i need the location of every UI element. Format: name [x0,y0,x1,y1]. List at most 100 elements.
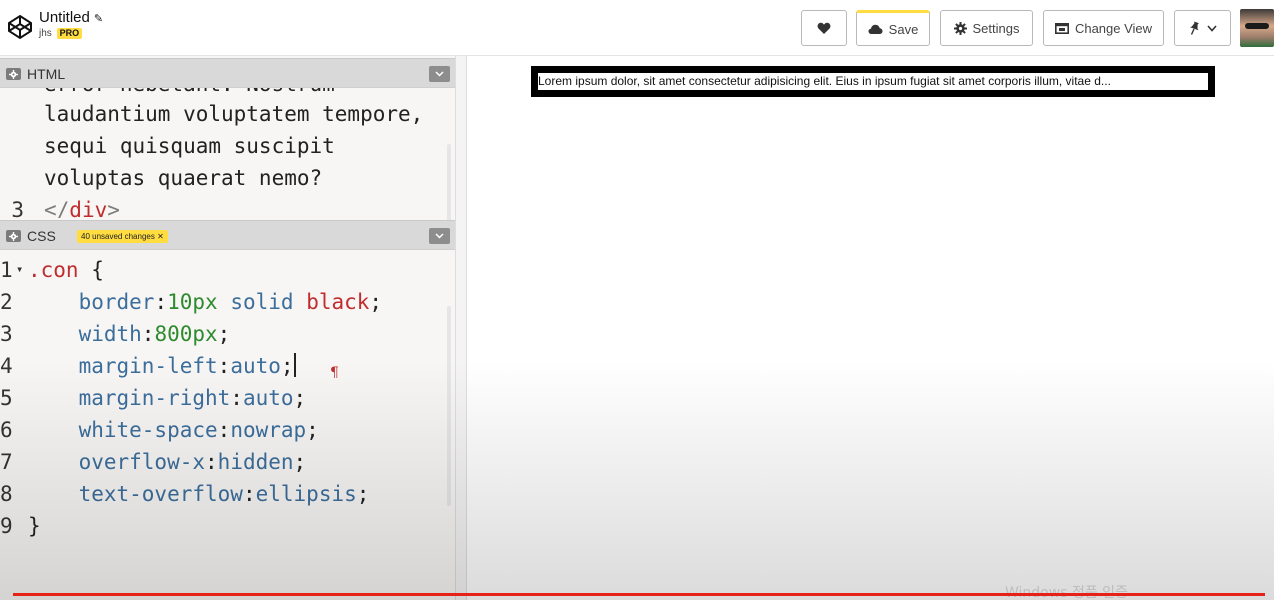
pen-title-text[interactable]: Untitled [39,9,90,26]
username[interactable]: jhs [39,28,52,39]
css-value: auto [230,354,281,378]
css-value: auto [242,386,294,410]
codepen-logo-icon[interactable] [7,14,33,40]
code-line: laudantium voluptatem tempore, [0,98,423,130]
code-text: laudantium voluptatem tempore, [44,102,424,126]
code-line: 2 border:10px solid black; [0,286,382,318]
html-panel-header: HTML [0,58,455,88]
css-scrollbar[interactable] [447,306,451,506]
preview-pane: Lorem ipsum dolor, sit amet consectetur … [467,56,1274,600]
code-line: 9 } [0,510,41,542]
settings-label: Settings [972,20,1020,36]
html-settings-gear-icon[interactable] [6,68,21,80]
save-label: Save [888,21,919,37]
css-settings-gear-icon[interactable] [6,230,21,242]
layout-icon [1054,22,1069,34]
pin-icon [1189,21,1199,35]
pen-title-block: Untitled ✎ jhs PRO [39,9,103,39]
avatar-glasses [1245,23,1269,29]
chevron-down-icon [435,233,444,239]
gear-icon [9,69,18,79]
code-line: 7 overflow-x:hidden; [0,446,306,478]
unsaved-changes-text: 40 unsaved changes [81,232,155,241]
pro-badge: PRO [56,28,83,39]
top-bar: Untitled ✎ jhs PRO Save Settings Change … [0,0,1274,56]
css-property: margin-right [78,386,231,410]
css-selector: .con [28,258,79,282]
line-number: 2 [0,290,13,314]
code-line: 4 margin-left:auto; ¶ [0,350,339,382]
html-code-editor[interactable]: error hebetant. Nostrum laudantium volup… [0,88,455,218]
css-value: 800px [154,322,218,346]
line-number: 7 [0,450,13,474]
user-avatar[interactable] [1240,9,1274,47]
css-property: white-space [78,418,218,442]
css-value: nowrap [230,418,307,442]
close-icon[interactable]: ✕ [157,232,164,241]
css-value: hidden [217,450,294,474]
con-box: Lorem ipsum dolor, sit amet consectetur … [531,66,1215,97]
tag-name: div [69,198,108,218]
line-number: 3 [11,198,24,218]
settings-button[interactable]: Settings [940,10,1033,46]
text-cursor [293,353,296,377]
gear-icon [9,231,18,241]
code-line: sequi quisquam suscipit [0,130,335,162]
css-property: text-overflow [78,482,243,506]
editor-column: HTML error hebetant. Nostrum laudantium … [0,56,455,600]
pilcrow-icon: ¶ [330,365,339,381]
css-panel-header: CSS 40 unsaved changes ✕ [0,220,455,250]
pane-resize-handle[interactable] [455,56,467,600]
css-collapse-button[interactable] [429,228,450,244]
edit-pencil-icon[interactable]: ✎ [94,13,103,25]
gear-icon [953,21,967,35]
line-number: 6 [0,418,13,442]
code-line: 3 width:800px; [0,318,230,350]
tag-bracket: > [107,198,120,218]
css-property: width [78,322,142,346]
change-view-button[interactable]: Change View [1043,10,1164,46]
code-line: 5 margin-right:auto; [0,382,306,414]
html-collapse-button[interactable] [429,66,450,82]
cloud-icon [868,24,883,34]
line-number: 1 [0,258,13,282]
heart-icon [817,22,831,34]
windows-activation-watermark: Windows 정품 인증 [1005,582,1128,600]
user-line: jhs PRO [39,28,103,39]
line-number: 3 [0,322,13,346]
change-view-label: Change View [1074,20,1153,36]
pen-title[interactable]: Untitled ✎ [39,9,103,26]
code-line: 6 white-space:nowrap; [0,414,319,446]
line-number: 9 [0,514,13,538]
css-value: solid [230,290,294,314]
fold-toggle-icon[interactable]: ▾ [16,254,28,285]
html-panel-title: HTML [27,66,66,82]
css-value: 10px [167,290,218,314]
code-line: voluptas quaerat nemo? [0,162,322,194]
line-number: 5 [0,386,13,410]
code-text: sequi quisquam suscipit [44,134,335,158]
css-value: ellipsis [255,482,357,506]
css-code-editor[interactable]: 1 ▾ .con { 2 border:10px solid black; 3 wi… [0,254,455,544]
css-panel-title: CSS [27,228,56,244]
pin-menu-button[interactable] [1174,10,1231,46]
line-number: 8 [0,482,13,506]
unsaved-changes-badge[interactable]: 40 unsaved changes ✕ [77,230,168,243]
video-progress-bar[interactable] [13,593,1265,596]
code-text: voluptas quaerat nemo? [44,166,323,190]
css-brace: } [28,514,41,538]
code-line: 1 ▾ .con { [0,254,104,286]
save-button[interactable]: Save [856,10,930,46]
like-button[interactable] [801,10,847,46]
css-property: border [78,290,155,314]
code-text: error hebetant. Nostrum [44,88,335,96]
css-value: black [306,290,370,314]
chevron-down-icon [1207,24,1217,32]
css-brace: { [78,258,104,282]
code-line: 8 text-overflow:ellipsis; [0,478,369,510]
tag-bracket: </ [44,198,70,218]
video-progress-fill [13,593,1265,596]
css-property: margin-left [78,354,218,378]
css-property: overflow-x [78,450,206,474]
chevron-down-icon [435,71,444,77]
